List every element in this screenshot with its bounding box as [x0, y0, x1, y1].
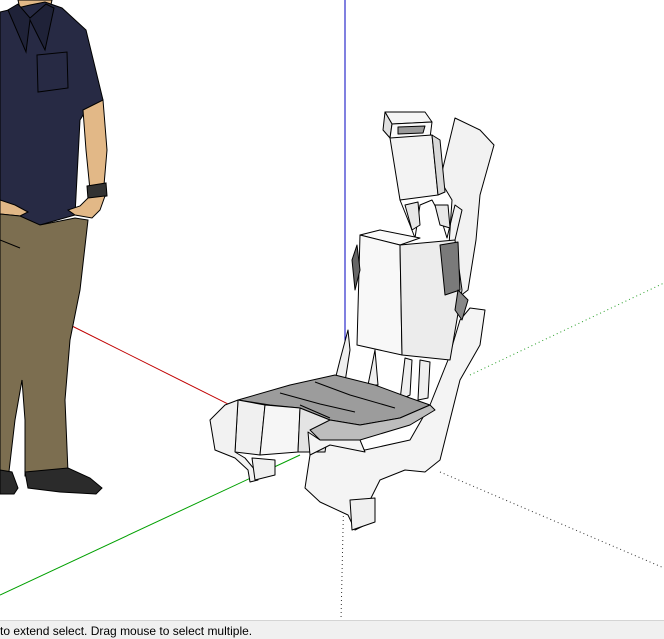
status-hint-text: to extend select. Drag mouse to select m…	[0, 624, 253, 638]
status-bar: to extend select. Drag mouse to select m…	[0, 620, 664, 639]
seat-headrest-body	[389, 134, 439, 201]
ejection-seat-model[interactable]	[209, 111, 495, 531]
person-shoe-right	[24, 467, 103, 495]
seat-leg-left	[251, 457, 276, 481]
person-figure[interactable]	[0, 0, 108, 495]
person-shoe-left	[0, 469, 19, 495]
seat-left-block-side	[259, 404, 301, 456]
seat-backrest-left	[356, 234, 403, 356]
scene-canvas[interactable]	[0, 0, 664, 620]
person-arm	[82, 99, 108, 191]
green-axis-dotted	[469, 282, 664, 376]
person-pants	[0, 213, 89, 481]
seat-leg-right	[349, 497, 376, 531]
seat-headrest-handle-inner	[397, 125, 426, 135]
modeling-viewport[interactable]	[0, 0, 664, 620]
black-axis-dotted	[439, 471, 664, 569]
